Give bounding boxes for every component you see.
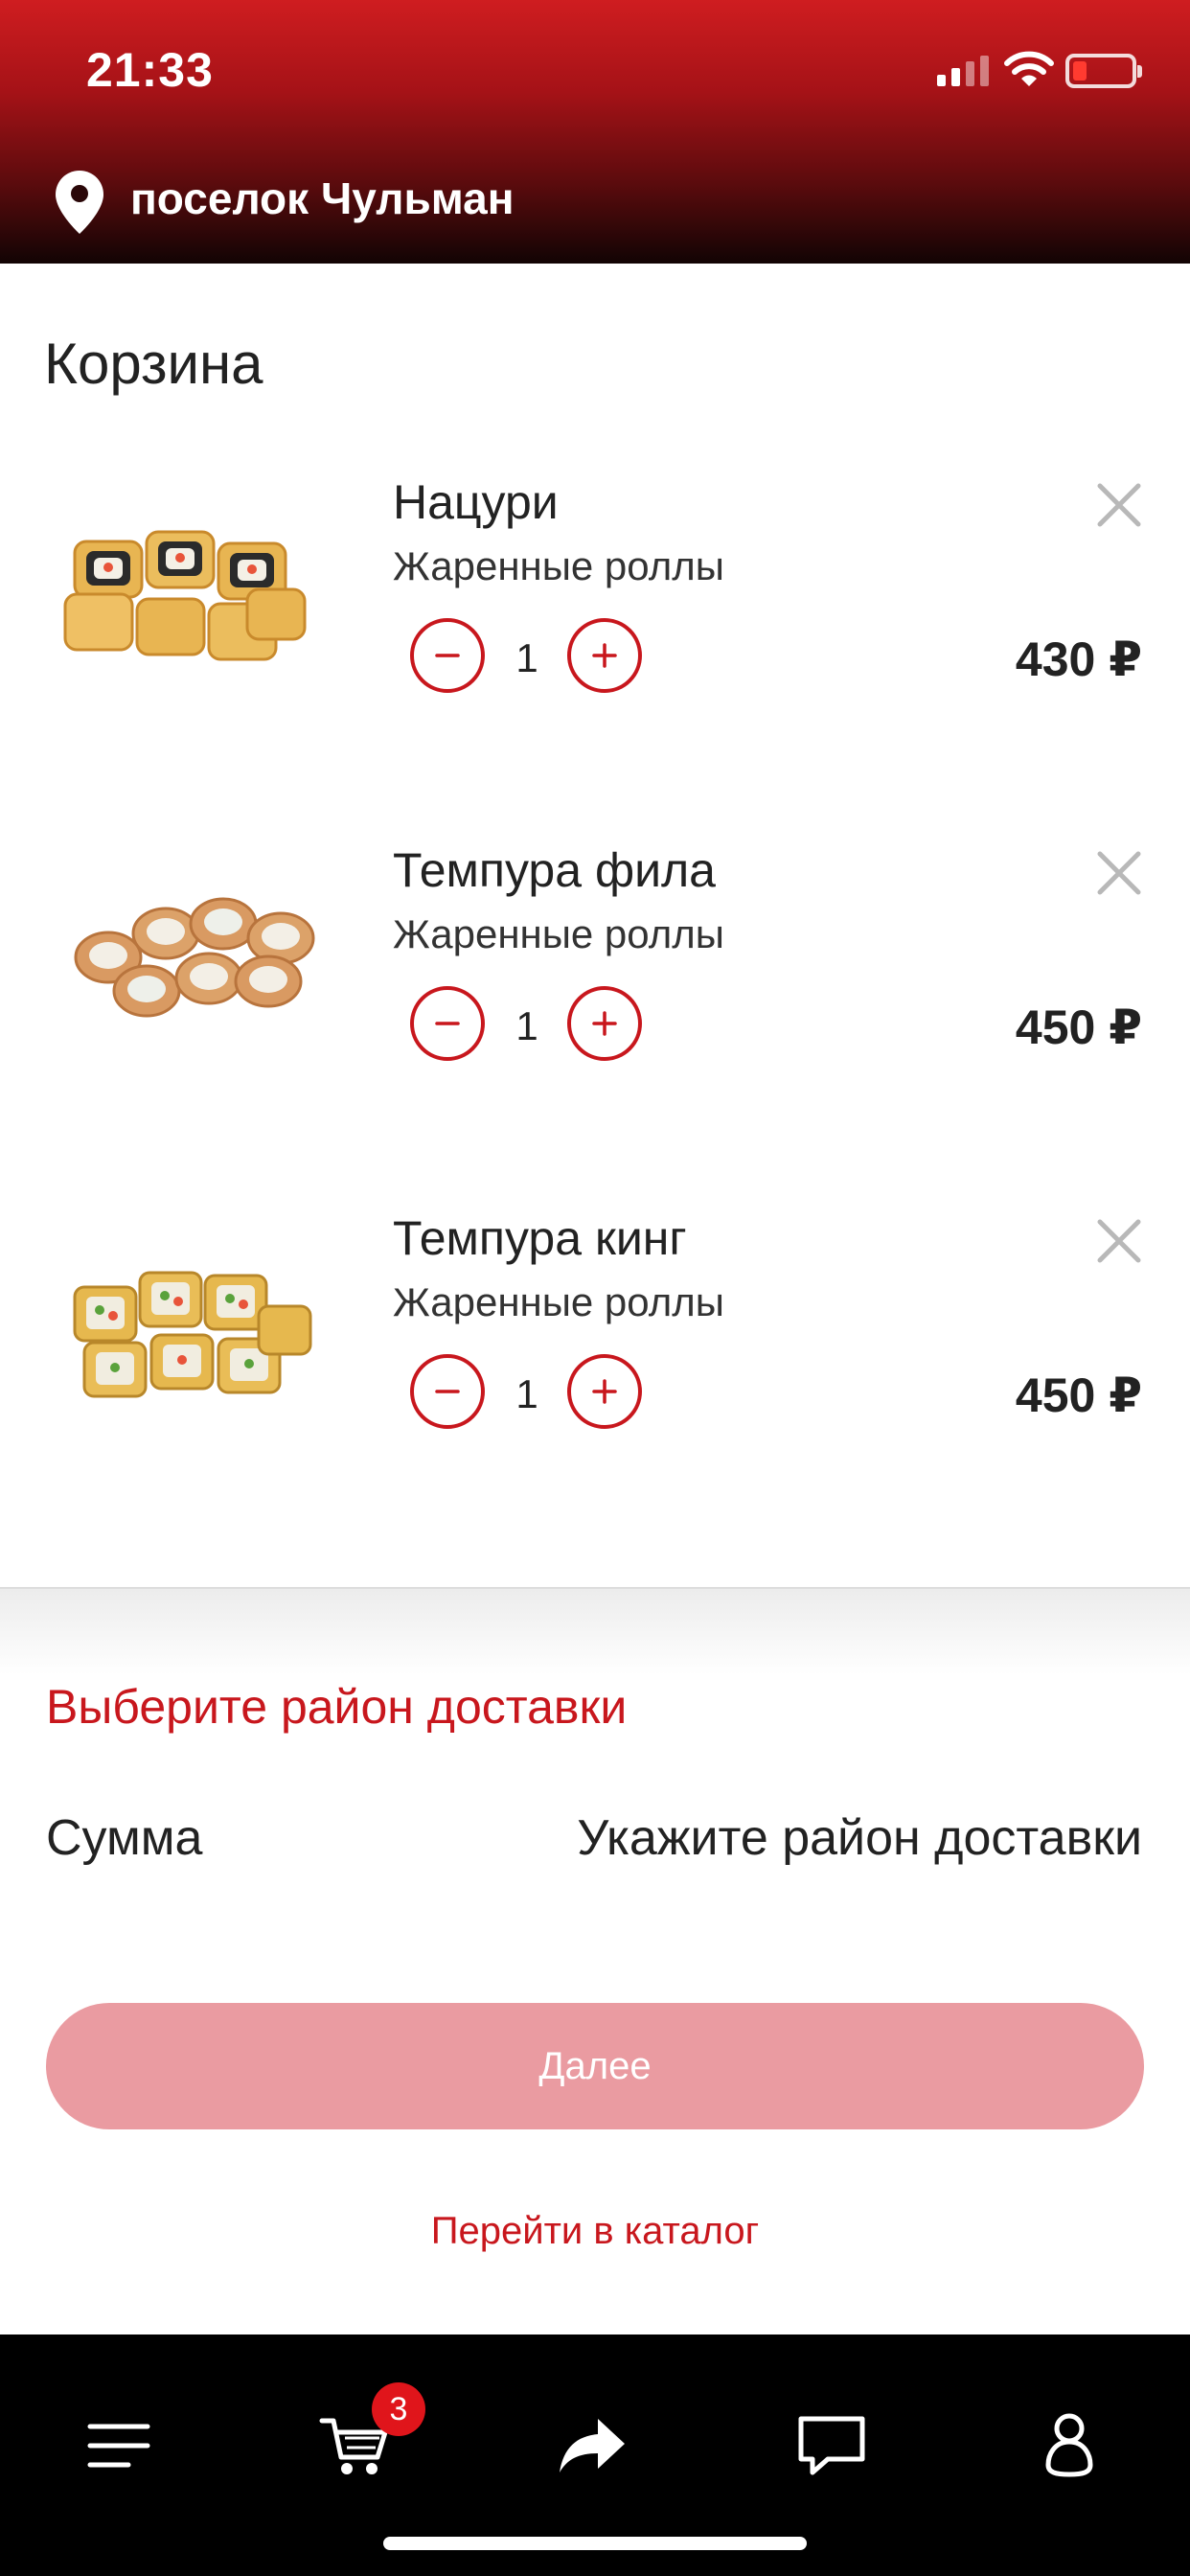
plus-icon bbox=[592, 643, 617, 668]
item-category: Жаренные роллы bbox=[393, 543, 724, 588]
next-button[interactable]: Далее bbox=[46, 2003, 1144, 2129]
plus-icon bbox=[592, 1011, 617, 1036]
minus-icon bbox=[435, 1390, 460, 1393]
increase-quantity-button[interactable] bbox=[567, 986, 642, 1061]
remove-item-icon[interactable] bbox=[1090, 476, 1148, 534]
app-header: 21:33 поселок Чульман bbox=[0, 0, 1190, 264]
product-image bbox=[74, 897, 315, 1018]
increase-quantity-button[interactable] bbox=[567, 1354, 642, 1429]
go-to-catalog-link[interactable]: Перейти в каталог bbox=[0, 2210, 1190, 2253]
page-title: Корзина bbox=[44, 332, 263, 396]
share-icon[interactable] bbox=[556, 2409, 629, 2482]
product-image bbox=[63, 530, 307, 661]
chat-icon[interactable] bbox=[795, 2409, 868, 2482]
map-pin-icon[interactable] bbox=[56, 171, 103, 234]
location-name[interactable]: поселок Чульман bbox=[130, 172, 515, 224]
item-price: 450 ₽ bbox=[1015, 1000, 1142, 1054]
quantity-value: 1 bbox=[515, 635, 538, 680]
plus-icon bbox=[592, 1379, 617, 1404]
select-delivery-area-link[interactable]: Выберите район доставки bbox=[46, 1679, 627, 1735]
cart-item: Темпура фила Жаренные роллы 1 450 ₽ bbox=[0, 823, 1190, 1187]
decrease-quantity-button[interactable] bbox=[410, 986, 485, 1061]
item-name: Темпура фила bbox=[393, 843, 716, 897]
quantity-value: 1 bbox=[515, 1003, 538, 1048]
decrease-quantity-button[interactable] bbox=[410, 1354, 485, 1429]
cart-count-badge: 3 bbox=[372, 2382, 425, 2436]
product-image bbox=[73, 1271, 312, 1398]
quantity-value: 1 bbox=[515, 1371, 538, 1416]
remove-item-icon[interactable] bbox=[1090, 1212, 1148, 1270]
order-summary: Выберите район доставки Сумма Укажите ра… bbox=[0, 1587, 1190, 2334]
item-category: Жаренные роллы bbox=[393, 911, 724, 956]
item-name: Нацури bbox=[393, 475, 559, 529]
sum-value: Укажите район доставки bbox=[577, 1810, 1142, 1866]
item-category: Жаренные роллы bbox=[393, 1279, 724, 1324]
item-name: Темпура кинг bbox=[393, 1211, 687, 1265]
item-price: 450 ₽ bbox=[1015, 1368, 1142, 1422]
home-indicator[interactable] bbox=[383, 2537, 807, 2550]
cellular-signal-icon bbox=[937, 56, 989, 86]
increase-quantity-button[interactable] bbox=[567, 618, 642, 693]
status-time: 21:33 bbox=[86, 43, 214, 97]
minus-icon bbox=[435, 1022, 460, 1025]
menu-icon[interactable] bbox=[82, 2409, 155, 2482]
wifi-icon bbox=[1004, 51, 1054, 86]
profile-icon[interactable] bbox=[1033, 2409, 1106, 2482]
cart-item: Темпура кинг Жаренные роллы 1 450 ₽ bbox=[0, 1191, 1190, 1555]
battery-icon bbox=[1065, 54, 1142, 88]
minus-icon bbox=[435, 654, 460, 657]
remove-item-icon[interactable] bbox=[1090, 844, 1148, 902]
cart-item: Нацури Жаренные роллы 1 430 ₽ bbox=[0, 455, 1190, 819]
decrease-quantity-button[interactable] bbox=[410, 618, 485, 693]
sum-label: Сумма bbox=[46, 1810, 203, 1866]
item-price: 430 ₽ bbox=[1015, 632, 1142, 686]
